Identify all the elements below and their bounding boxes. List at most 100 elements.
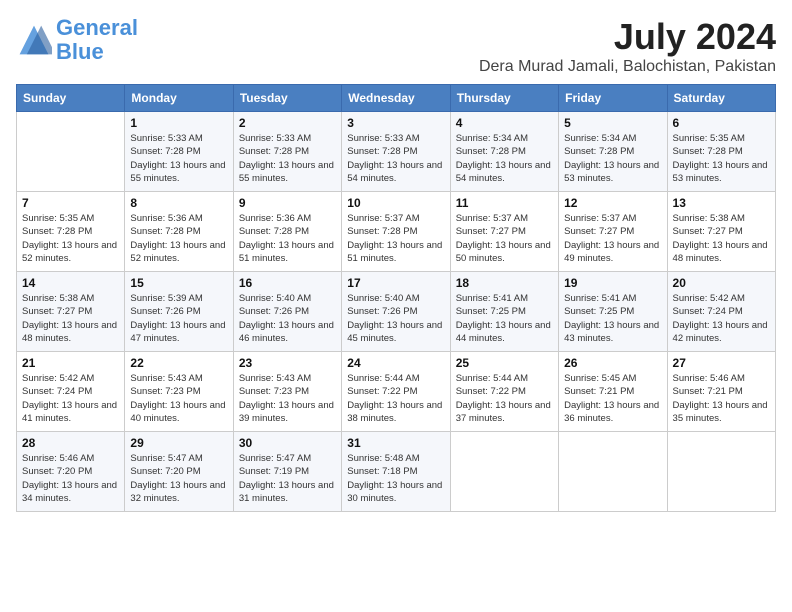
day-detail: Sunrise: 5:37 AMSunset: 7:27 PMDaylight:… xyxy=(564,212,661,265)
header-sunday: Sunday xyxy=(17,85,125,112)
calendar-week-3: 14 Sunrise: 5:38 AMSunset: 7:27 PMDayligh… xyxy=(17,272,776,352)
calendar-cell: 2 Sunrise: 5:33 AMSunset: 7:28 PMDaylight… xyxy=(233,112,341,192)
day-number: 16 xyxy=(239,276,336,290)
calendar-cell: 6 Sunrise: 5:35 AMSunset: 7:28 PMDaylight… xyxy=(667,112,775,192)
day-number: 4 xyxy=(456,116,553,130)
day-number: 9 xyxy=(239,196,336,210)
day-detail: Sunrise: 5:34 AMSunset: 7:28 PMDaylight:… xyxy=(456,132,553,185)
calendar-week-1: 1 Sunrise: 5:33 AMSunset: 7:28 PMDaylight… xyxy=(17,112,776,192)
day-number: 26 xyxy=(564,356,661,370)
day-detail: Sunrise: 5:40 AMSunset: 7:26 PMDaylight:… xyxy=(347,292,444,345)
day-detail: Sunrise: 5:39 AMSunset: 7:26 PMDaylight:… xyxy=(130,292,227,345)
day-detail: Sunrise: 5:40 AMSunset: 7:26 PMDaylight:… xyxy=(239,292,336,345)
day-number: 19 xyxy=(564,276,661,290)
header-saturday: Saturday xyxy=(667,85,775,112)
header-monday: Monday xyxy=(125,85,233,112)
calendar-cell xyxy=(559,432,667,512)
day-detail: Sunrise: 5:46 AMSunset: 7:20 PMDaylight:… xyxy=(22,452,119,505)
calendar-cell xyxy=(667,432,775,512)
calendar-cell: 17 Sunrise: 5:40 AMSunset: 7:26 PMDayligh… xyxy=(342,272,450,352)
day-detail: Sunrise: 5:33 AMSunset: 7:28 PMDaylight:… xyxy=(130,132,227,185)
day-detail: Sunrise: 5:33 AMSunset: 7:28 PMDaylight:… xyxy=(347,132,444,185)
day-detail: Sunrise: 5:35 AMSunset: 7:28 PMDaylight:… xyxy=(673,132,770,185)
day-detail: Sunrise: 5:41 AMSunset: 7:25 PMDaylight:… xyxy=(456,292,553,345)
calendar-cell: 30 Sunrise: 5:47 AMSunset: 7:19 PMDayligh… xyxy=(233,432,341,512)
calendar-cell: 29Sunrise: 5:47 AMSunset: 7:20 PMDayligh… xyxy=(125,432,233,512)
calendar-cell: 4 Sunrise: 5:34 AMSunset: 7:28 PMDaylight… xyxy=(450,112,558,192)
day-number: 31 xyxy=(347,436,444,450)
calendar-cell: 22Sunrise: 5:43 AMSunset: 7:23 PMDayligh… xyxy=(125,352,233,432)
calendar-cell: 15 Sunrise: 5:39 AMSunset: 7:26 PMDayligh… xyxy=(125,272,233,352)
day-number: 24 xyxy=(347,356,444,370)
day-number: 18 xyxy=(456,276,553,290)
day-number: 3 xyxy=(347,116,444,130)
calendar-cell: 21 Sunrise: 5:42 AMSunset: 7:24 PMDayligh… xyxy=(17,352,125,432)
day-number: 12 xyxy=(564,196,661,210)
calendar-cell: 10 Sunrise: 5:37 AMSunset: 7:28 PMDayligh… xyxy=(342,192,450,272)
calendar-cell: 26Sunrise: 5:45 AMSunset: 7:21 PMDayligh… xyxy=(559,352,667,432)
calendar-cell: 1 Sunrise: 5:33 AMSunset: 7:28 PMDaylight… xyxy=(125,112,233,192)
title-block: July 2024 Dera Murad Jamali, Balochistan… xyxy=(479,16,776,76)
calendar-week-5: 28 Sunrise: 5:46 AMSunset: 7:20 PMDayligh… xyxy=(17,432,776,512)
day-detail: Sunrise: 5:42 AMSunset: 7:24 PMDaylight:… xyxy=(22,372,119,425)
calendar-cell: 16 Sunrise: 5:40 AMSunset: 7:26 PMDayligh… xyxy=(233,272,341,352)
calendar-cell: 28 Sunrise: 5:46 AMSunset: 7:20 PMDayligh… xyxy=(17,432,125,512)
day-number: 6 xyxy=(673,116,770,130)
day-number: 11 xyxy=(456,196,553,210)
logo: General Blue xyxy=(16,16,138,64)
page-header: General Blue July 2024 Dera Murad Jamali… xyxy=(16,16,776,76)
day-number: 28 xyxy=(22,436,119,450)
day-number: 7 xyxy=(22,196,119,210)
calendar-cell: 18 Sunrise: 5:41 AMSunset: 7:25 PMDayligh… xyxy=(450,272,558,352)
day-number: 30 xyxy=(239,436,336,450)
calendar-cell xyxy=(450,432,558,512)
header-wednesday: Wednesday xyxy=(342,85,450,112)
day-detail: Sunrise: 5:36 AMSunset: 7:28 PMDaylight:… xyxy=(239,212,336,265)
calendar-cell: 20Sunrise: 5:42 AMSunset: 7:24 PMDayligh… xyxy=(667,272,775,352)
calendar-cell: 27Sunrise: 5:46 AMSunset: 7:21 PMDayligh… xyxy=(667,352,775,432)
day-number: 1 xyxy=(130,116,227,130)
day-detail: Sunrise: 5:43 AMSunset: 7:23 PMDaylight:… xyxy=(239,372,336,425)
calendar-cell: 5Sunrise: 5:34 AMSunset: 7:28 PMDaylight… xyxy=(559,112,667,192)
calendar-cell: 23 Sunrise: 5:43 AMSunset: 7:23 PMDayligh… xyxy=(233,352,341,432)
day-detail: Sunrise: 5:47 AMSunset: 7:19 PMDaylight:… xyxy=(239,452,336,505)
calendar-cell: 11Sunrise: 5:37 AMSunset: 7:27 PMDayligh… xyxy=(450,192,558,272)
day-number: 15 xyxy=(130,276,227,290)
day-number: 22 xyxy=(130,356,227,370)
calendar-cell: 12 Sunrise: 5:37 AMSunset: 7:27 PMDayligh… xyxy=(559,192,667,272)
day-number: 23 xyxy=(239,356,336,370)
calendar-cell: 14 Sunrise: 5:38 AMSunset: 7:27 PMDayligh… xyxy=(17,272,125,352)
day-number: 8 xyxy=(130,196,227,210)
day-number: 10 xyxy=(347,196,444,210)
calendar-cell: 25 Sunrise: 5:44 AMSunset: 7:22 PMDayligh… xyxy=(450,352,558,432)
day-detail: Sunrise: 5:48 AMSunset: 7:18 PMDaylight:… xyxy=(347,452,444,505)
header-thursday: Thursday xyxy=(450,85,558,112)
calendar-cell: 24Sunrise: 5:44 AMSunset: 7:22 PMDayligh… xyxy=(342,352,450,432)
day-detail: Sunrise: 5:37 AMSunset: 7:28 PMDaylight:… xyxy=(347,212,444,265)
day-detail: Sunrise: 5:38 AMSunset: 7:27 PMDaylight:… xyxy=(673,212,770,265)
day-number: 17 xyxy=(347,276,444,290)
logo-text: General Blue xyxy=(56,16,138,64)
logo-icon xyxy=(16,22,52,58)
day-number: 27 xyxy=(673,356,770,370)
calendar-week-4: 21 Sunrise: 5:42 AMSunset: 7:24 PMDayligh… xyxy=(17,352,776,432)
day-detail: Sunrise: 5:44 AMSunset: 7:22 PMDaylight:… xyxy=(456,372,553,425)
day-number: 20 xyxy=(673,276,770,290)
calendar-cell: 7Sunrise: 5:35 AMSunset: 7:28 PMDaylight… xyxy=(17,192,125,272)
calendar-cell xyxy=(17,112,125,192)
calendar-cell: 31 Sunrise: 5:48 AMSunset: 7:18 PMDayligh… xyxy=(342,432,450,512)
day-number: 13 xyxy=(673,196,770,210)
calendar-table: SundayMondayTuesdayWednesdayThursdayFrid… xyxy=(16,84,776,512)
day-number: 2 xyxy=(239,116,336,130)
day-number: 25 xyxy=(456,356,553,370)
day-number: 21 xyxy=(22,356,119,370)
day-detail: Sunrise: 5:33 AMSunset: 7:28 PMDaylight:… xyxy=(239,132,336,185)
day-detail: Sunrise: 5:47 AMSunset: 7:20 PMDaylight:… xyxy=(130,452,227,505)
header-friday: Friday xyxy=(559,85,667,112)
calendar-cell: 3 Sunrise: 5:33 AMSunset: 7:28 PMDaylight… xyxy=(342,112,450,192)
day-detail: Sunrise: 5:41 AMSunset: 7:25 PMDaylight:… xyxy=(564,292,661,345)
day-number: 5 xyxy=(564,116,661,130)
day-number: 14 xyxy=(22,276,119,290)
calendar-cell: 13 Sunrise: 5:38 AMSunset: 7:27 PMDayligh… xyxy=(667,192,775,272)
day-detail: Sunrise: 5:38 AMSunset: 7:27 PMDaylight:… xyxy=(22,292,119,345)
